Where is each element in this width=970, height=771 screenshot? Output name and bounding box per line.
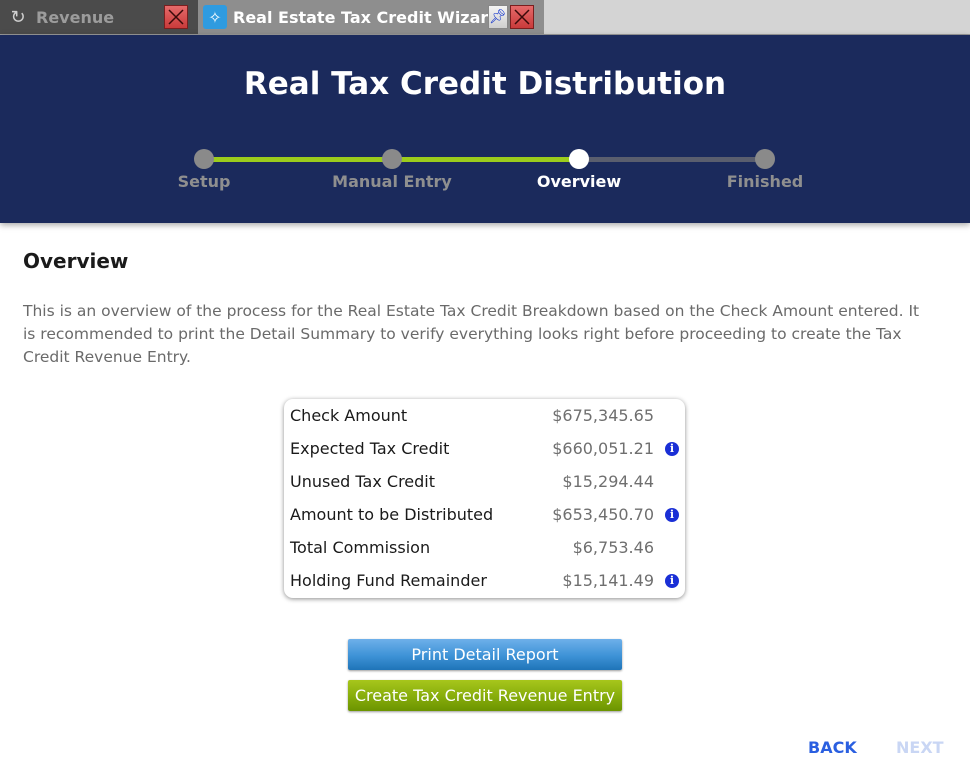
intro-text: This is an overview of the process for t… <box>23 302 920 366</box>
step-dot-manual-entry <box>382 149 402 169</box>
close-icon <box>168 9 184 25</box>
print-detail-report-button[interactable]: Print Detail Report <box>348 639 622 670</box>
summary-label: Total Commission <box>290 538 431 557</box>
create-tax-credit-revenue-entry-button[interactable]: Create Tax Credit Revenue Entry <box>348 680 622 711</box>
summary-value: $15,141.49 <box>562 571 654 590</box>
wizard-stepper: Setup Manual Entry Overview Finished <box>0 35 970 223</box>
summary-row-holding-fund-remainder: Holding Fund Remainder $15,141.49 i <box>284 564 685 597</box>
tab-revenue[interactable]: ↻ Revenue <box>0 0 198 34</box>
summary-label: Holding Fund Remainder <box>290 571 487 590</box>
summary-label: Amount to be Distributed <box>290 505 494 524</box>
step-label-overview: Overview <box>536 172 622 191</box>
back-button[interactable]: BACK <box>808 738 857 757</box>
tab-real-estate-tax-credit-wizard[interactable]: ✧ Real Estate Tax Credit Wizard 📌︎ <box>198 0 544 34</box>
step-dot-setup <box>194 149 214 169</box>
wizard-header: Real Tax Credit Distribution Setup Manua… <box>0 35 970 223</box>
summary-value: $15,294.44 <box>562 472 654 491</box>
summary-row-unused-tax-credit: Unused Tax Credit $15,294.44 <box>284 465 685 498</box>
stepper-track-segment <box>579 157 765 162</box>
info-icon[interactable]: i <box>665 573 679 588</box>
step-label-finished: Finished <box>726 172 804 191</box>
section-title: Overview <box>23 249 129 273</box>
stepper-track-segment <box>204 157 392 162</box>
summary-row-total-commission: Total Commission $6,753.46 <box>284 531 685 564</box>
summary-label: Check Amount <box>290 406 408 425</box>
summary-value: $675,345.65 <box>552 406 654 425</box>
summary-row-expected-tax-credit: Expected Tax Credit $660,051.21 i <box>284 432 685 465</box>
next-button[interactable]: NEXT <box>896 738 944 757</box>
step-label-manual-entry: Manual Entry <box>332 172 452 191</box>
step-label-setup: Setup <box>177 172 231 191</box>
close-tab-wizard-button[interactable] <box>510 5 534 29</box>
summary-value: $660,051.21 <box>552 439 654 458</box>
stepper-track-segment <box>392 157 579 162</box>
info-icon[interactable]: i <box>665 441 679 456</box>
magic-wand-icon: ✧ <box>203 5 227 29</box>
info-icon[interactable]: i <box>665 507 679 522</box>
close-tab-revenue-button[interactable] <box>164 5 188 29</box>
summary-row-amount-to-be-distributed: Amount to be Distributed $653,450.70 i <box>284 498 685 531</box>
tab-bar: ↻ Revenue ✧ Real Estate Tax Credit Wizar… <box>0 0 970 35</box>
close-icon <box>514 9 530 25</box>
summary-label: Unused Tax Credit <box>290 472 436 491</box>
summary-row-check-amount: Check Amount $675,345.65 <box>284 399 685 432</box>
pin-tab-button[interactable]: 📌︎ <box>488 5 508 29</box>
summary-card: Check Amount $675,345.65 Expected Tax Cr… <box>284 399 685 598</box>
pin-icon: 📌︎ <box>489 9 507 25</box>
step-dot-overview <box>569 149 589 169</box>
summary-label: Expected Tax Credit <box>290 439 450 458</box>
money-cycle-icon: ↻ <box>10 6 26 28</box>
summary-value: $653,450.70 <box>552 505 654 524</box>
step-dot-finished <box>755 149 775 169</box>
summary-value: $6,753.46 <box>572 538 654 557</box>
tab-wizard-label: Real Estate Tax Credit Wizard <box>233 7 500 27</box>
tab-revenue-label: Revenue <box>36 7 115 27</box>
